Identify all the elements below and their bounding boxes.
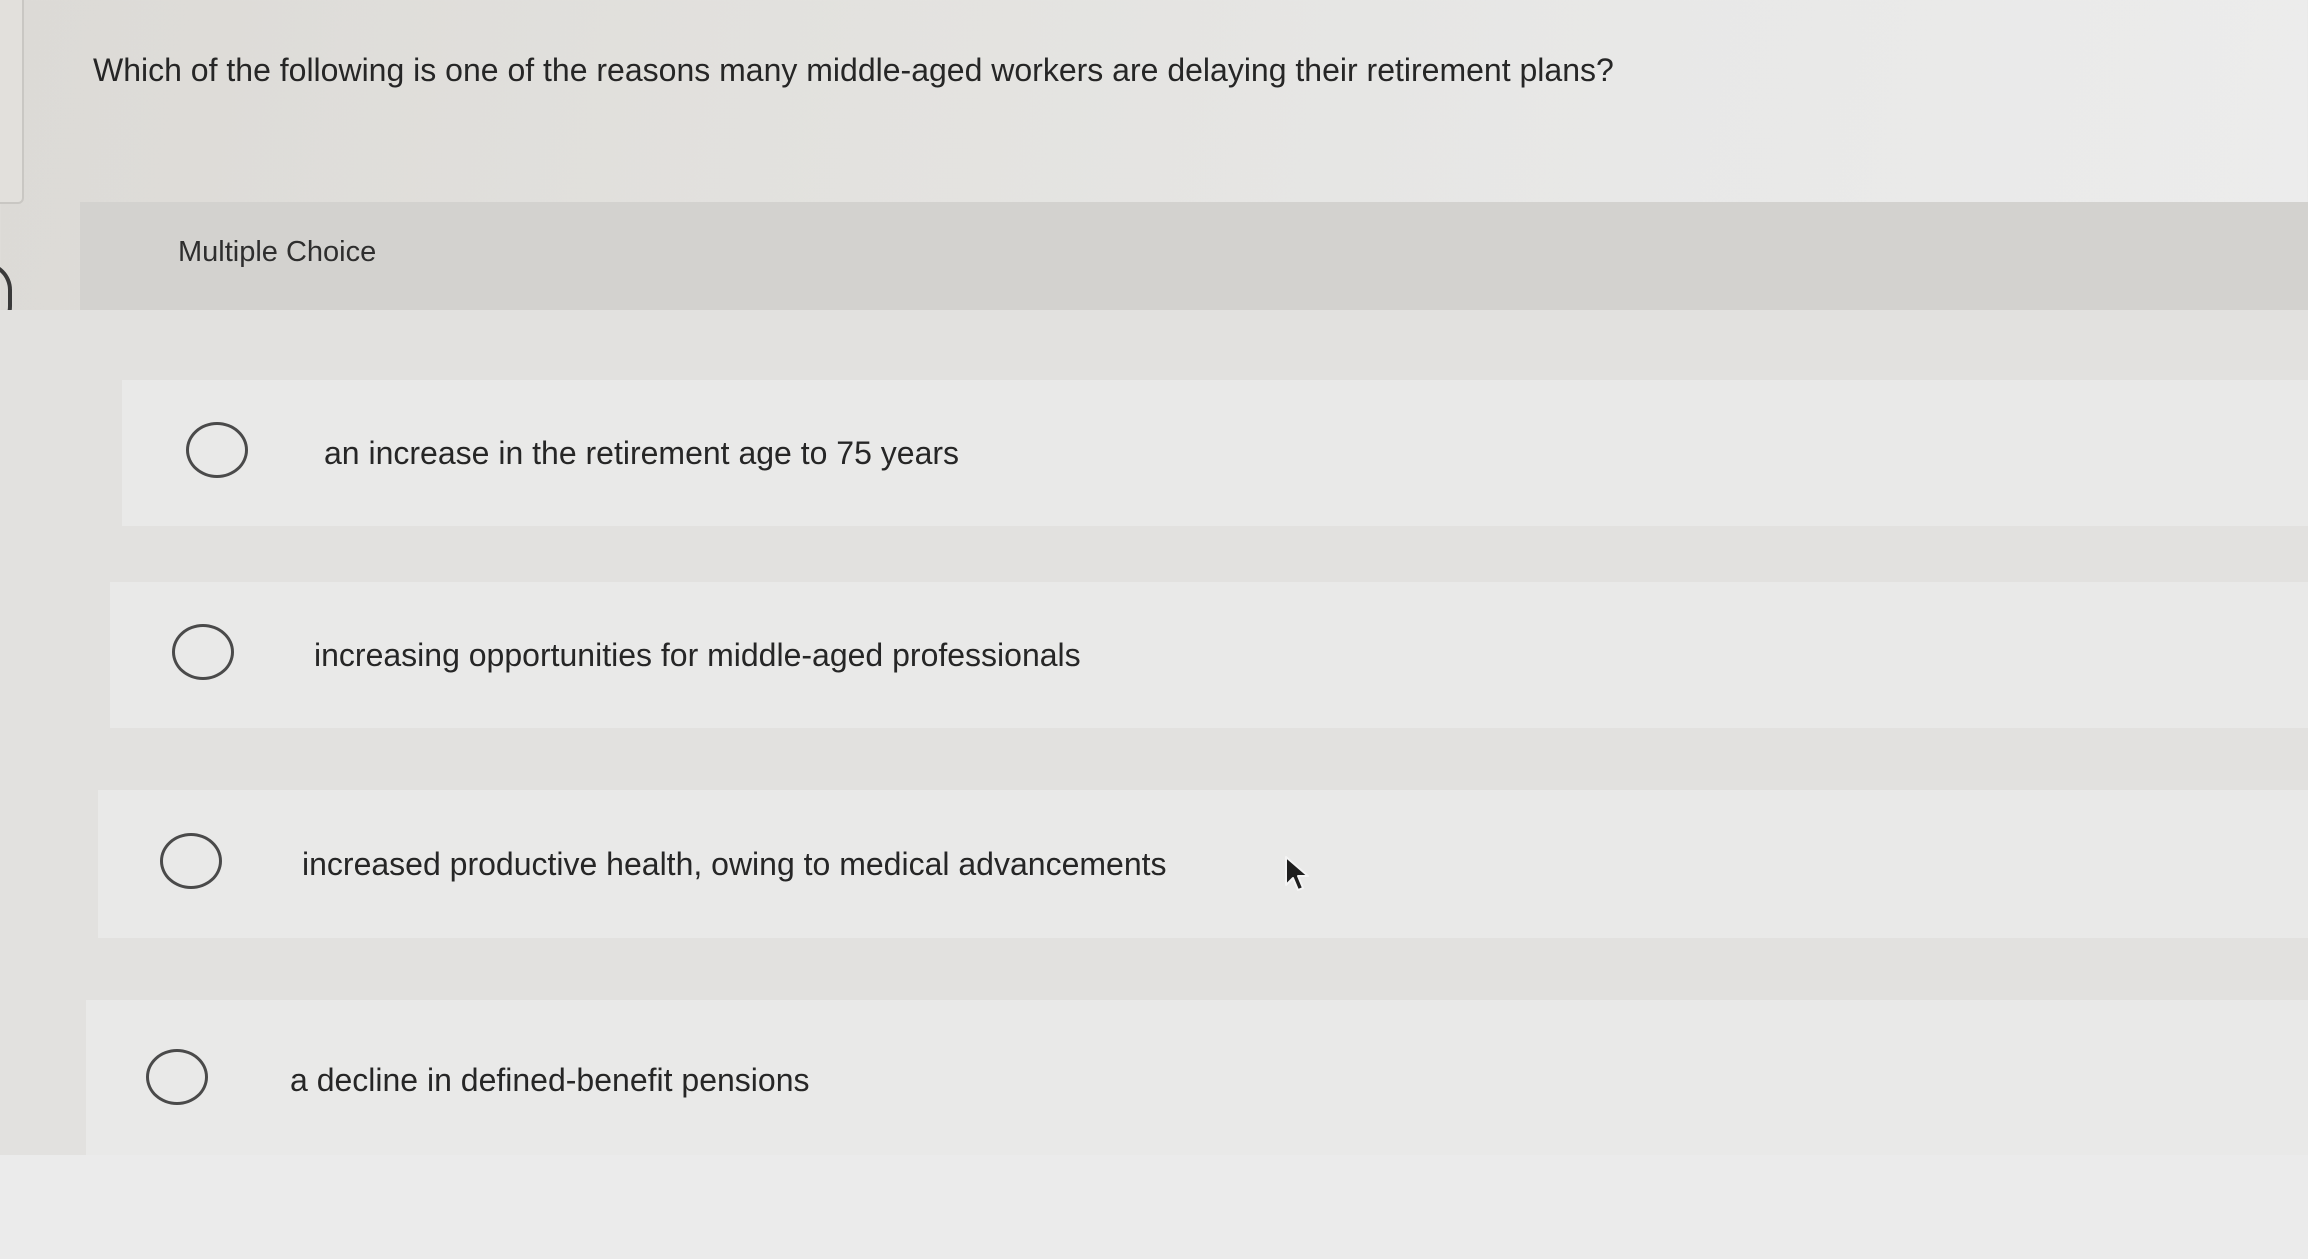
answer-type-label: Multiple Choice [178, 236, 377, 268]
answer-option-label: an increase in the retirement age to 75 … [324, 435, 960, 471]
radio-unselected-icon[interactable] [186, 422, 248, 478]
left-edge-frame [0, 0, 24, 204]
radio-unselected-icon[interactable] [146, 1049, 208, 1105]
answer-option-3[interactable]: increased productive health, owing to me… [98, 790, 2308, 938]
question-text: Which of the following is one of the rea… [93, 52, 1614, 88]
bottom-band [0, 1155, 2308, 1259]
answer-option-2[interactable]: increasing opportunities for middle-aged… [110, 582, 2308, 728]
answer-option-label: increasing opportunities for middle-aged… [314, 637, 1081, 673]
answer-option-1[interactable]: an increase in the retirement age to 75 … [122, 380, 2308, 526]
answer-option-label: increased productive health, owing to me… [302, 846, 1167, 882]
mouse-pointer-icon [1285, 856, 1309, 891]
radio-unselected-icon[interactable] [160, 833, 222, 889]
answer-type-header: Multiple Choice [80, 202, 2308, 310]
answer-option-4[interactable]: a decline in defined-benefit pensions [86, 1000, 2308, 1160]
answer-option-label: a decline in defined-benefit pensions [290, 1062, 810, 1098]
radio-unselected-icon[interactable] [172, 624, 234, 680]
